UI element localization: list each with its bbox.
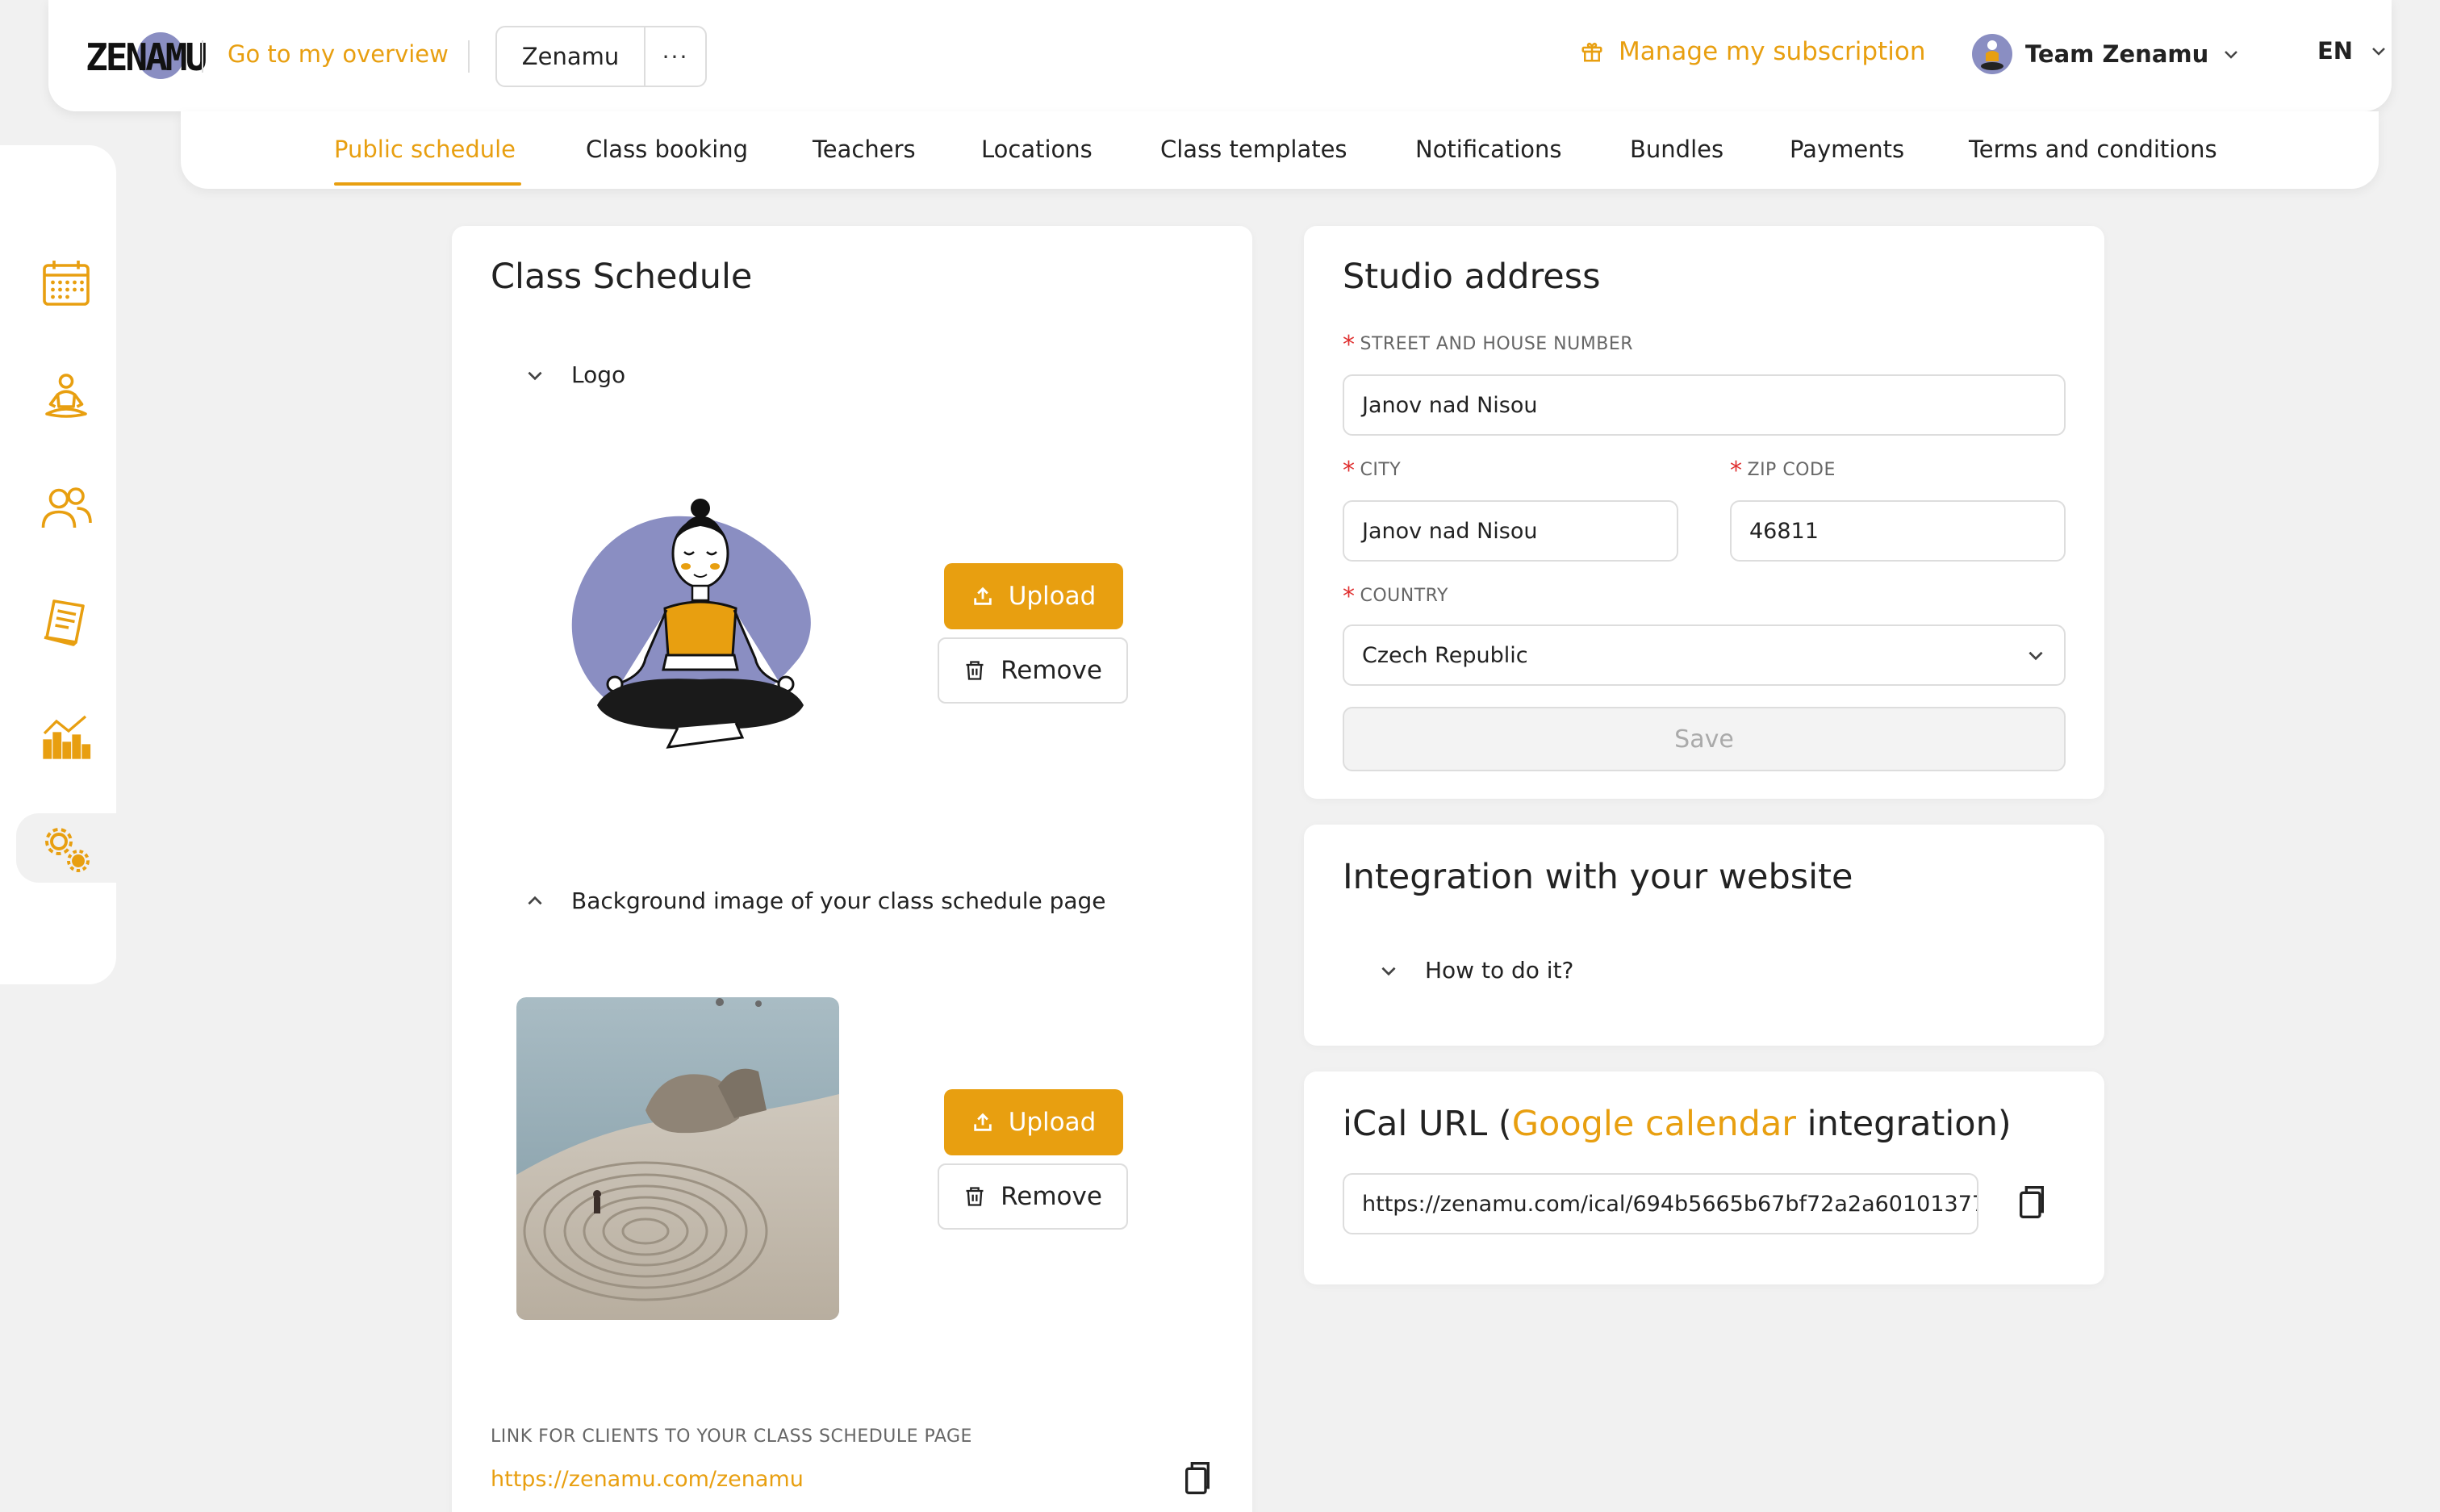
trash-icon bbox=[966, 661, 984, 680]
background-accordion[interactable]: Background image of your class schedule … bbox=[524, 888, 1106, 914]
calendar-icon bbox=[43, 261, 90, 306]
logo-accordion[interactable]: Logo bbox=[524, 361, 625, 388]
country-value: Czech Republic bbox=[1362, 642, 1528, 668]
logo-remove-button[interactable]: Remove bbox=[938, 637, 1128, 704]
top-header: ZENAMU Go to my overview Zenamu ··· Mana… bbox=[48, 0, 2392, 111]
copy-icon[interactable] bbox=[1181, 1460, 1214, 1496]
class-schedule-title: Class Schedule bbox=[491, 257, 753, 297]
schedule-link[interactable]: https://zenamu.com/zenamu bbox=[491, 1467, 804, 1492]
chevron-down-icon bbox=[2225, 51, 2238, 59]
sidebar-item-clients[interactable] bbox=[37, 479, 95, 537]
sidebar-item-settings[interactable] bbox=[37, 820, 95, 878]
ical-card: iCal URL (Google calendar integration) h… bbox=[1304, 1071, 2104, 1284]
team-menu[interactable]: Team Zenamu bbox=[1972, 34, 2241, 74]
tab-class-booking[interactable]: Class booking bbox=[586, 136, 748, 163]
manage-subscription-label: Manage my subscription bbox=[1619, 37, 1926, 66]
street-label: * STREET AND HOUSE NUMBER bbox=[1343, 331, 1634, 359]
sidebar-item-statistics[interactable] bbox=[37, 707, 95, 765]
schedule-link-label: LINK FOR CLIENTS TO YOUR CLASS SCHEDULE … bbox=[491, 1426, 972, 1447]
upload-label: Upload bbox=[1008, 582, 1097, 611]
chevron-down-icon bbox=[2028, 651, 2043, 661]
logo-text: ZENAMU bbox=[86, 36, 207, 79]
studio-address-card: Studio address * STREET AND HOUSE NUMBER … bbox=[1304, 226, 2104, 799]
integration-card: Integration with your website How to do … bbox=[1304, 825, 2104, 1046]
city-input[interactable]: Janov nad Nisou bbox=[1343, 500, 1678, 562]
chevron-down-icon bbox=[2372, 48, 2385, 56]
ical-url-input[interactable]: https://zenamu.com/ical/694b5665b67bf72a… bbox=[1343, 1173, 1978, 1234]
class-schedule-card: Class Schedule Logo Upload Remove Backgr… bbox=[452, 226, 1252, 1512]
tab-public-schedule[interactable]: Public schedule bbox=[334, 136, 516, 163]
required-marker: * bbox=[1730, 457, 1743, 485]
active-tab-indicator bbox=[334, 182, 521, 186]
google-calendar-link[interactable]: Google calendar bbox=[1512, 1104, 1796, 1144]
studio-name[interactable]: Zenamu bbox=[497, 27, 646, 86]
users-icon bbox=[41, 487, 92, 528]
integration-title: Integration with your website bbox=[1343, 857, 1853, 897]
street-input[interactable]: Janov nad Nisou bbox=[1343, 374, 2066, 436]
country-label: * COUNTRY bbox=[1343, 583, 1448, 611]
gift-icon bbox=[1581, 42, 1602, 62]
chevron-down-icon bbox=[528, 371, 542, 380]
manage-subscription-link[interactable]: Manage my subscription bbox=[1580, 37, 1925, 66]
background-image bbox=[516, 997, 839, 1320]
language-label: EN bbox=[2317, 37, 2354, 65]
save-button[interactable]: Save bbox=[1343, 707, 2066, 771]
studio-address-title: Studio address bbox=[1343, 257, 1601, 297]
how-to-label: How to do it? bbox=[1425, 957, 1574, 984]
sidebar-item-reports[interactable] bbox=[37, 594, 95, 652]
team-name: Team Zenamu bbox=[2025, 40, 2209, 68]
tab-class-templates[interactable]: Class templates bbox=[1160, 136, 1347, 163]
avatar-meditation-icon bbox=[1981, 40, 2003, 70]
avatar bbox=[1972, 34, 2012, 74]
zenamu-logo[interactable]: ZENAMU bbox=[82, 24, 207, 87]
chevron-up-icon bbox=[528, 896, 542, 904]
required-marker: * bbox=[1343, 583, 1356, 611]
notes-icon bbox=[44, 599, 85, 646]
settings-tabs: Public schedule Class booking Teachers L… bbox=[181, 111, 2379, 189]
tab-locations[interactable]: Locations bbox=[981, 136, 1093, 163]
language-selector[interactable]: EN bbox=[2317, 37, 2388, 65]
remove-label: Remove bbox=[1001, 1182, 1102, 1211]
overview-link[interactable]: Go to my overview bbox=[228, 40, 449, 68]
header-divider bbox=[468, 40, 470, 73]
logo-section-label: Logo bbox=[571, 361, 626, 388]
remove-label: Remove bbox=[1001, 656, 1102, 685]
sidebar-item-calendar[interactable] bbox=[37, 253, 95, 311]
chevron-down-icon bbox=[1381, 967, 1396, 975]
background-section-label: Background image of your class schedule … bbox=[571, 888, 1106, 914]
tab-payments[interactable]: Payments bbox=[1790, 136, 1904, 163]
upload-icon bbox=[973, 1113, 992, 1131]
country-select[interactable]: Czech Republic bbox=[1343, 624, 2066, 686]
trash-icon bbox=[966, 1187, 984, 1206]
required-marker: * bbox=[1343, 331, 1356, 359]
settings-icon bbox=[45, 828, 90, 872]
tab-terms-and-conditions[interactable]: Terms and conditions bbox=[1969, 136, 2217, 163]
copy-icon[interactable] bbox=[2016, 1184, 2048, 1220]
upload-label: Upload bbox=[1008, 1108, 1097, 1137]
background-upload-button[interactable]: Upload bbox=[944, 1089, 1123, 1155]
tab-notifications[interactable]: Notifications bbox=[1415, 136, 1562, 163]
background-remove-button[interactable]: Remove bbox=[938, 1163, 1128, 1230]
how-to-accordion[interactable]: How to do it? bbox=[1378, 957, 1573, 984]
city-label: * CITY bbox=[1343, 457, 1402, 485]
studio-switcher[interactable]: Zenamu ··· bbox=[495, 26, 707, 87]
zip-input[interactable]: 46811 bbox=[1730, 500, 2066, 562]
upload-icon bbox=[973, 587, 992, 605]
logo-image bbox=[571, 499, 811, 749]
chart-icon bbox=[43, 715, 91, 759]
meditation-icon bbox=[45, 374, 87, 418]
studio-more-button[interactable]: ··· bbox=[646, 27, 705, 86]
ical-title: iCal URL (Google calendar integration) bbox=[1343, 1104, 2012, 1144]
header-divider bbox=[202, 40, 203, 73]
tab-teachers[interactable]: Teachers bbox=[813, 136, 916, 163]
zip-label: * ZIP CODE bbox=[1730, 457, 1836, 485]
logo-upload-button[interactable]: Upload bbox=[944, 563, 1123, 629]
required-marker: * bbox=[1343, 457, 1356, 485]
tab-bundles[interactable]: Bundles bbox=[1630, 136, 1723, 163]
sidebar-item-classes[interactable] bbox=[37, 368, 95, 426]
